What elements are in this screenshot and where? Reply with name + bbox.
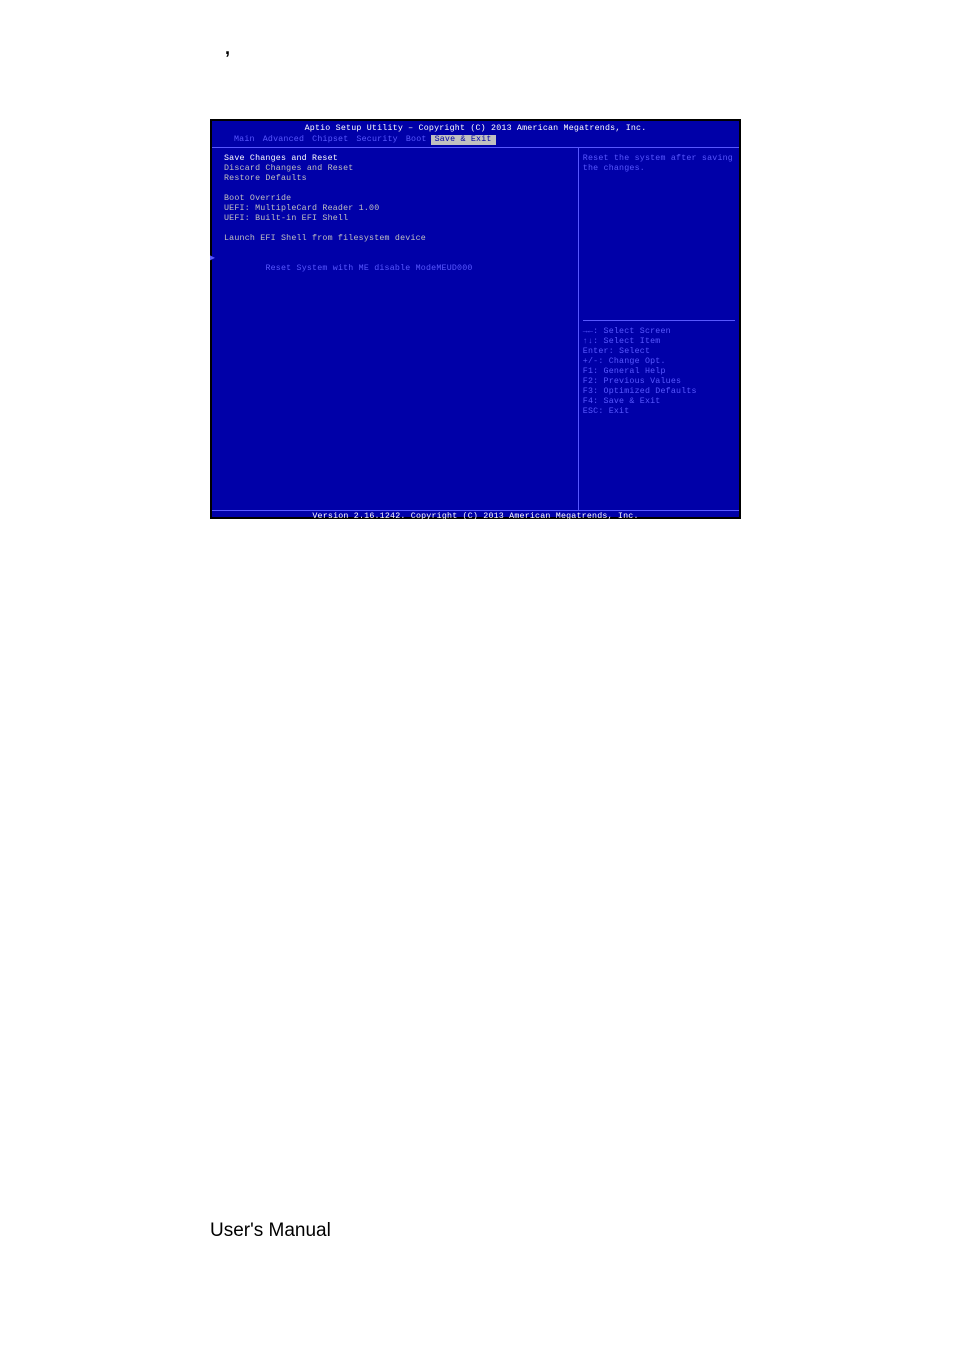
item-help-line2: the changes. [583, 164, 733, 174]
page-footer-label: User's Manual [210, 1220, 331, 1242]
tab-advanced[interactable]: Advanced [259, 135, 308, 145]
bios-footer: Version 2.16.1242. Copyright (C) 2013 Am… [212, 511, 739, 522]
item-save-changes-reset[interactable]: Save Changes and Reset [216, 154, 572, 164]
bios-main-area: Save Changes and Reset Discard Changes a… [212, 147, 739, 511]
tab-save-exit[interactable]: Save & Exit [431, 135, 496, 145]
bios-left-pane: Save Changes and Reset Discard Changes a… [212, 148, 579, 510]
tab-main[interactable]: Main [230, 135, 259, 145]
tab-security[interactable]: Security [352, 135, 401, 145]
item-reset-me-disable[interactable]: ▶ Reset System with ME disable ModeMEUD0… [216, 244, 572, 284]
key-select-item: ↑↓: Select Item [583, 337, 735, 347]
tab-boot[interactable]: Boot [402, 135, 431, 145]
key-enter-select: Enter: Select [583, 347, 735, 357]
tab-chipset[interactable]: Chipset [308, 135, 352, 145]
item-uefi-builtin-shell[interactable]: UEFI: Built-in EFI Shell [216, 214, 572, 224]
key-f3-defaults: F3: Optimized Defaults [583, 387, 735, 397]
spacer [216, 224, 572, 234]
bios-setup-window: Aptio Setup Utility – Copyright (C) 2013… [210, 119, 741, 519]
key-f4-save-exit: F4: Save & Exit [583, 397, 735, 407]
item-reset-me-label: Reset System with ME disable ModeMEUD000 [265, 264, 472, 273]
item-help-line1: Reset the system after saving [583, 154, 733, 164]
key-help-block: →←: Select Screen ↑↓: Select Item Enter:… [583, 320, 735, 417]
label-boot-override: Boot Override [216, 194, 572, 204]
key-select-screen: →←: Select Screen [583, 327, 735, 337]
submenu-arrow-icon: ▶ [210, 254, 215, 264]
spacer [216, 184, 572, 194]
item-uefi-card-reader[interactable]: UEFI: MultipleCard Reader 1.00 [216, 204, 572, 214]
key-f1-help: F1: General Help [583, 367, 735, 377]
item-restore-defaults[interactable]: Restore Defaults [216, 174, 572, 184]
key-esc-exit: ESC: Exit [583, 407, 735, 417]
bios-title: Aptio Setup Utility – Copyright (C) 2013… [212, 121, 739, 134]
key-change-opt: +/-: Change Opt. [583, 357, 735, 367]
item-launch-efi-shell[interactable]: Launch EFI Shell from filesystem device [216, 234, 572, 244]
bios-right-pane: Reset the system after saving the change… [579, 148, 739, 510]
bios-tab-bar[interactable]: MainAdvancedChipsetSecurityBootSave & Ex… [212, 134, 739, 147]
stray-comma: , [225, 38, 230, 59]
item-discard-changes-reset[interactable]: Discard Changes and Reset [216, 164, 572, 174]
key-f2-previous: F2: Previous Values [583, 377, 735, 387]
